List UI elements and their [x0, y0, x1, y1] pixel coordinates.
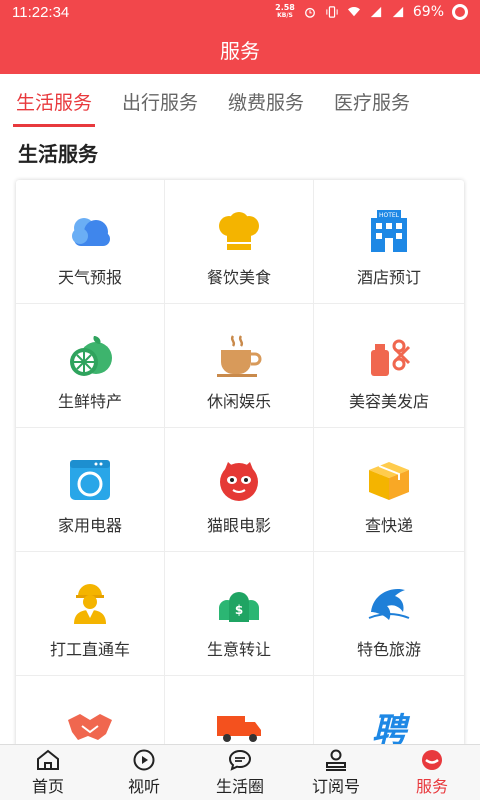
service-beauty-salon[interactable]: 美容美发店: [314, 304, 464, 428]
service-label: 生鲜特产: [57, 392, 122, 411]
service-logistics[interactable]: [165, 676, 314, 750]
service-label: 特色旅游: [356, 640, 421, 659]
battery-percent: 69%: [412, 4, 444, 20]
service-label: 天气预报: [57, 268, 122, 287]
tab-payment-services[interactable]: 缴费服务: [228, 76, 304, 127]
signal-icon: [370, 6, 382, 18]
status-time: 11:22:34: [12, 3, 70, 21]
network-speed: 2.58 KB/S: [275, 4, 295, 20]
service-cooperation[interactable]: [16, 676, 165, 750]
worker-icon: [66, 582, 114, 626]
service-dining[interactable]: 餐饮美食: [165, 180, 314, 304]
battery-icon: [452, 4, 468, 20]
service-leisure[interactable]: 休闲娱乐: [165, 304, 314, 428]
service-grid-card: 天气预报 餐饮美食 HOTEL 酒店预订 生鲜特产 休闲娱乐 美容美发店 家用电…: [16, 180, 464, 750]
service-label: 餐饮美食: [206, 268, 271, 287]
washing-machine-icon: [66, 458, 114, 502]
signal-icon-2: [392, 6, 404, 18]
wifi-icon: [347, 6, 360, 17]
tab-life-services[interactable]: 生活服务: [12, 76, 96, 127]
fruit-icon: [66, 334, 114, 378]
service-appliances[interactable]: 家用电器: [16, 428, 165, 552]
service-job-express[interactable]: 打工直通车: [16, 552, 165, 676]
bottom-navigation: 首页 视听 生活圈 订阅号 服务: [0, 744, 480, 800]
network-speed-value: 2.58: [275, 3, 295, 12]
service-express-tracking[interactable]: 查快递: [314, 428, 464, 552]
coffee-icon: [215, 334, 263, 378]
money-bags-icon: $: [215, 582, 263, 626]
scissors-icon: [365, 334, 413, 378]
service-label: 打工直通车: [49, 640, 130, 659]
recruit-icon-text: 聘: [372, 711, 411, 748]
nav-life-circle[interactable]: 生活圈: [192, 745, 288, 800]
package-icon: [365, 458, 413, 502]
service-label: 酒店预订: [356, 268, 421, 287]
nav-label: 首页: [31, 776, 64, 796]
cloud-icon: [66, 210, 114, 254]
service-maoyan-movie[interactable]: 猫眼电影: [165, 428, 314, 552]
home-icon: [37, 749, 59, 770]
nav-label: 订阅号: [311, 776, 360, 796]
service-label: 休闲娱乐: [206, 392, 271, 411]
nav-subscriptions[interactable]: 订阅号: [288, 745, 384, 800]
nav-services[interactable]: 服务: [384, 745, 480, 800]
hotel-icon: HOTEL: [365, 210, 413, 254]
category-tabs: 生活服务 出行服务 缴费服务 医疗服务: [0, 74, 480, 128]
tab-travel-services[interactable]: 出行服务: [122, 76, 198, 127]
service-label: 查快递: [364, 516, 413, 535]
service-label: 家用电器: [57, 516, 122, 535]
service-business-transfer[interactable]: $ 生意转让: [165, 552, 314, 676]
service-fresh-produce[interactable]: 生鲜特产: [16, 304, 165, 428]
service-recruitment[interactable]: 聘: [314, 676, 464, 750]
service-label: 生意转让: [206, 640, 271, 659]
nav-label: 服务: [415, 776, 448, 796]
title-bar: 服务: [0, 24, 480, 74]
dolphin-icon: [365, 582, 413, 626]
network-speed-unit: KB/S: [277, 12, 293, 19]
nav-label: 生活圈: [215, 776, 264, 796]
chat-icon: [228, 749, 252, 771]
service-grid: 天气预报 餐饮美食 HOTEL 酒店预订 生鲜特产 休闲娱乐 美容美发店 家用电…: [16, 180, 464, 750]
nav-label: 视听: [127, 776, 160, 796]
vibrate-icon: [326, 6, 338, 18]
cat-eye-icon: [215, 458, 263, 502]
service-label: 美容美发店: [348, 392, 429, 411]
nav-video[interactable]: 视听: [96, 745, 192, 800]
page-title: 服务: [220, 38, 260, 63]
status-bar: 11:22:34 2.58 KB/S 69%: [0, 0, 480, 24]
section-title: 生活服务: [18, 142, 98, 166]
status-icons: 2.58 KB/S 69%: [275, 4, 468, 20]
service-hotel[interactable]: HOTEL 酒店预订: [314, 180, 464, 304]
money-bags-icon-text: $: [235, 603, 243, 617]
play-icon: [133, 749, 155, 770]
subscribe-icon: [326, 749, 346, 771]
tab-medical-services[interactable]: 医疗服务: [334, 76, 410, 127]
hotel-icon-text: HOTEL: [379, 212, 400, 219]
service-weather[interactable]: 天气预报: [16, 180, 165, 304]
service-featured-travel[interactable]: 特色旅游: [314, 552, 464, 676]
nav-home[interactable]: 首页: [0, 745, 96, 800]
service-label: 猫眼电影: [206, 516, 271, 535]
alarm-icon: [304, 7, 315, 18]
chef-hat-icon: [215, 210, 263, 254]
service-icon: [422, 749, 442, 770]
